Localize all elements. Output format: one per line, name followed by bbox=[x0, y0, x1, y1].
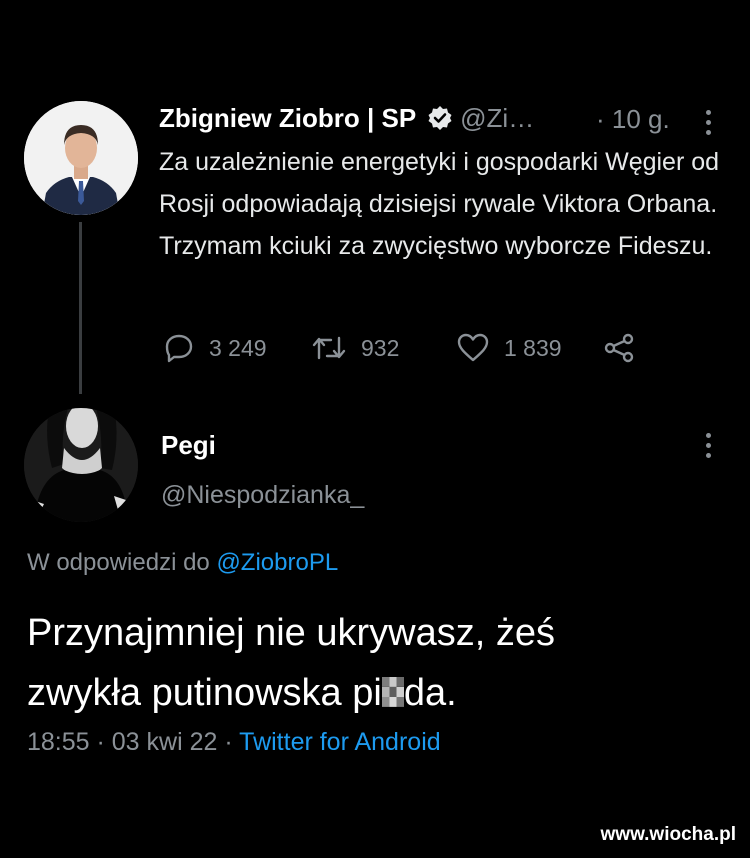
retweet-icon bbox=[312, 336, 346, 360]
tweet-time[interactable]: · 10 g. bbox=[596, 104, 670, 135]
like-count: 1 839 bbox=[504, 334, 562, 361]
reply-client-link[interactable]: Twitter for Android bbox=[239, 728, 440, 756]
tweet-author-handle[interactable]: @Zi… bbox=[460, 103, 534, 133]
thread-connector-line bbox=[79, 222, 82, 394]
share-action[interactable] bbox=[603, 330, 635, 366]
reply-text-part-a: zwykła putinowska pi bbox=[27, 672, 382, 714]
reply-count: 3 249 bbox=[209, 334, 267, 361]
reply-metadata: 18:55 · 03 kwi 22 · Twitter for Android bbox=[27, 728, 441, 757]
replying-to-prefix: W odpowiedzi do bbox=[27, 549, 217, 576]
avatar-photo bbox=[24, 101, 138, 215]
more-options-icon[interactable] bbox=[706, 110, 712, 140]
retweet-action[interactable]: 932 bbox=[311, 330, 399, 366]
verified-badge-icon bbox=[427, 105, 453, 138]
tweet-author-header: Zbigniew Ziobro | SP @Zi… bbox=[159, 103, 534, 138]
replying-to-link[interactable]: @ZiobroPL bbox=[216, 549, 338, 576]
reply-text: Przynajmniej nie ukrywasz, żeś zwykła pu… bbox=[27, 603, 727, 723]
reply-author-handle[interactable]: @Niespodzianka_ bbox=[161, 481, 364, 510]
tweet-text: Za uzależnienie energetyki i gospodarki … bbox=[159, 148, 720, 260]
avatar-photo bbox=[24, 408, 138, 522]
share-icon bbox=[604, 333, 634, 363]
reply-text-part-b: da. bbox=[403, 672, 457, 714]
replying-to-line: W odpowiedzi do @ZiobroPL bbox=[27, 549, 338, 577]
watermark-text: www.wiocha.pl bbox=[600, 824, 736, 845]
reply-action[interactable]: 3 249 bbox=[163, 330, 267, 366]
author-avatar[interactable] bbox=[24, 101, 138, 215]
like-action[interactable]: 1 839 bbox=[456, 330, 562, 366]
reply-author-name[interactable]: Pegi bbox=[161, 430, 216, 461]
tweet-author-name[interactable]: Zbigniew Ziobro | SP bbox=[159, 103, 416, 133]
heart-icon bbox=[457, 333, 489, 362]
reply-author-avatar[interactable] bbox=[24, 408, 138, 522]
reply-text-line-2: zwykła putinowska pi da. bbox=[27, 663, 727, 723]
reply-icon bbox=[165, 334, 193, 363]
retweet-count: 932 bbox=[361, 334, 400, 361]
reply-timestamp[interactable]: 18:55 · 03 kwi 22 · bbox=[27, 728, 239, 756]
censor-pixelation bbox=[381, 677, 404, 707]
more-options-icon[interactable] bbox=[706, 433, 712, 463]
reply-text-line-1: Przynajmniej nie ukrywasz, żeś bbox=[27, 612, 555, 654]
